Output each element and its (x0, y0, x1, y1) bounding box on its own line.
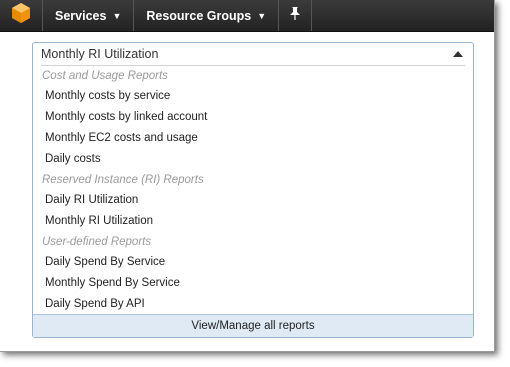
option-daily-ri-utilization[interactable]: Daily RI Utilization (33, 190, 473, 211)
screenshot-frame: Services ▼ Resource Groups ▼ Monthly RI … (0, 0, 495, 352)
aws-logo[interactable] (0, 0, 43, 31)
caret-up-icon[interactable] (453, 51, 463, 57)
option-daily-costs[interactable]: Daily costs (33, 149, 473, 170)
group-label: User-defined Reports (42, 236, 152, 248)
option-monthly-costs-by-service[interactable]: Monthly costs by service (33, 86, 473, 107)
option-monthly-costs-by-linked-account[interactable]: Monthly costs by linked account (33, 107, 473, 128)
option-monthly-spend-by-service[interactable]: Monthly Spend By Service (33, 273, 473, 294)
resource-groups-menu-label: Resource Groups (146, 8, 252, 23)
option-monthly-ec2-costs-and-usage[interactable]: Monthly EC2 costs and usage (33, 128, 473, 149)
report-select-header[interactable]: Monthly RI Utilization (41, 43, 465, 66)
option-daily-spend-by-service[interactable]: Daily Spend By Service (33, 252, 473, 273)
top-navigation-bar: Services ▼ Resource Groups ▼ (0, 0, 494, 32)
chevron-down-icon: ▼ (257, 10, 267, 21)
option-group-user-defined: User-defined Reports Daily Spend By Serv… (33, 232, 473, 315)
pin-button[interactable] (279, 0, 313, 31)
option-group-cost-usage: Cost and Usage Reports Monthly costs by … (33, 66, 473, 170)
resource-groups-menu[interactable]: Resource Groups ▼ (134, 0, 280, 31)
report-select-dropdown[interactable]: Monthly RI Utilization Cost and Usage Re… (32, 42, 474, 338)
option-daily-spend-by-api[interactable]: Daily Spend By API (33, 294, 473, 315)
chevron-down-icon: ▼ (112, 10, 122, 21)
selected-report: Monthly RI Utilization (41, 47, 159, 61)
option-group-reserved-instance: Reserved Instance (RI) Reports Daily RI … (33, 170, 473, 232)
aws-cube-icon (11, 2, 31, 29)
group-label: Cost and Usage Reports (42, 70, 168, 82)
view-manage-reports-link[interactable]: View/Manage all reports (33, 314, 473, 337)
option-monthly-ri-utilization[interactable]: Monthly RI Utilization (33, 211, 473, 232)
group-label: Reserved Instance (RI) Reports (42, 174, 204, 186)
services-menu-label: Services (55, 8, 107, 23)
services-menu[interactable]: Services ▼ (43, 0, 135, 31)
pushpin-icon (289, 6, 301, 25)
